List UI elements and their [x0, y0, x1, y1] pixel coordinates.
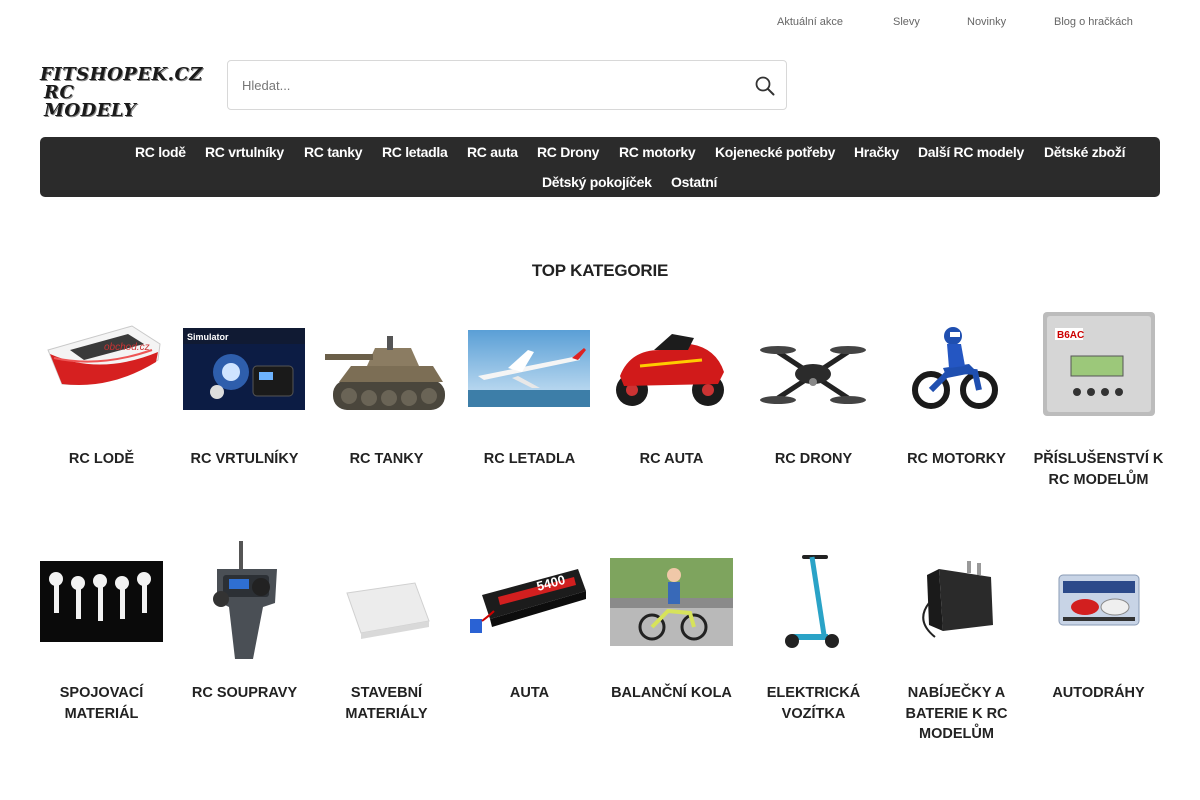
nav-item-detske-zbozi[interactable]: Dětské zboží: [1044, 144, 1126, 160]
category-label: RC auta: [639, 451, 704, 467]
category-image-tank[interactable]: [325, 310, 448, 433]
top-link-novinky[interactable]: Novinky: [967, 16, 1006, 28]
nav-item-rc-drony[interactable]: RC Drony: [537, 144, 599, 160]
category-label: Autodráhy: [1052, 685, 1145, 701]
main-navigation: RC lodě RC vrtulníky RC tanky RC letadla…: [40, 137, 1160, 197]
nav-item-rc-lode[interactable]: RC lodě: [135, 144, 186, 160]
nav-item-hracky[interactable]: Hračky: [854, 144, 899, 160]
category-label: Nabíječky a baterie k RC modelům: [905, 685, 1008, 742]
category-label: RC vrtulníky: [190, 451, 299, 467]
category-image-transmitter[interactable]: [183, 541, 306, 664]
section-title: TOP KATEGORIE: [531, 261, 669, 280]
search-box: [227, 60, 787, 110]
category-label: RC lodě: [68, 451, 135, 467]
category-image-slot-track[interactable]: [1037, 541, 1160, 664]
site-logo[interactable]: FITSHOPEK.CZ RC MODELY: [40, 66, 202, 120]
nav-item-rc-auta[interactable]: RC auta: [467, 144, 518, 160]
category-label: Spojovací materiál: [59, 685, 144, 722]
category-label: Elektrická vozítka: [766, 685, 861, 722]
nav-item-rc-vrtulniky[interactable]: RC vrtulníky: [205, 144, 284, 160]
category-label: Auta: [509, 685, 550, 701]
category-label: RC soupravy: [191, 685, 298, 701]
top-link-blog[interactable]: Blog o hračkách: [1054, 16, 1133, 28]
category-image-drone[interactable]: [752, 310, 875, 433]
nav-item-detsky-pokojicek[interactable]: Dětský pokojíček: [542, 174, 652, 190]
category-image-charger[interactable]: B6AC: [1037, 310, 1160, 433]
category-label: Příslušenství k RC modelům: [1033, 451, 1164, 488]
category-image-car[interactable]: [610, 310, 733, 433]
category-label: Stavební materiály: [345, 685, 428, 722]
category-label: RC Drony: [774, 451, 853, 467]
category-label: Balanční kola: [611, 685, 732, 701]
category-image-boat[interactable]: obchod.cz: [40, 310, 163, 433]
category-image-motorbike[interactable]: [895, 310, 1018, 433]
search-input[interactable]: [242, 61, 742, 109]
top-links-bar: Aktuální akce Slevy Novinky Blog o hračk…: [0, 0, 1200, 44]
boat-watermark-text: obchod.cz: [104, 342, 150, 353]
category-label: RC motorky: [907, 451, 1006, 467]
category-image-battery[interactable]: 5400: [468, 541, 591, 664]
category-image-balance-bike[interactable]: [610, 541, 733, 664]
category-label: RC letadla: [483, 451, 576, 467]
charger-brand-text: B6AC: [1057, 330, 1084, 341]
category-image-screws[interactable]: [40, 541, 163, 664]
category-image-adapter[interactable]: [895, 541, 1018, 664]
nav-item-rc-motorky[interactable]: RC motorky: [619, 144, 696, 160]
svg-text:Simulator: Simulator: [187, 332, 229, 342]
category-image-plane[interactable]: [468, 310, 591, 433]
nav-item-rc-tanky[interactable]: RC tanky: [304, 144, 363, 160]
nav-item-kojenecke-potreby[interactable]: Kojenecké potřeby: [715, 144, 835, 160]
top-link-slevy[interactable]: Slevy: [893, 16, 920, 28]
category-image-building-board[interactable]: [325, 541, 448, 664]
search-icon[interactable]: [754, 75, 776, 97]
top-link-aktualni-akce[interactable]: Aktuální akce: [777, 16, 843, 28]
nav-item-rc-letadla[interactable]: RC letadla: [382, 144, 448, 160]
nav-item-ostatni[interactable]: Ostatní: [671, 174, 717, 190]
nav-item-dalsi-rc-modely[interactable]: Další RC modely: [918, 144, 1024, 160]
category-label: RC tanky: [349, 451, 424, 467]
logo-line-2: RC MODELY: [44, 82, 137, 121]
category-image-helicopter-simulator[interactable]: Simulator: [183, 310, 306, 433]
category-image-scooter[interactable]: [752, 541, 875, 664]
